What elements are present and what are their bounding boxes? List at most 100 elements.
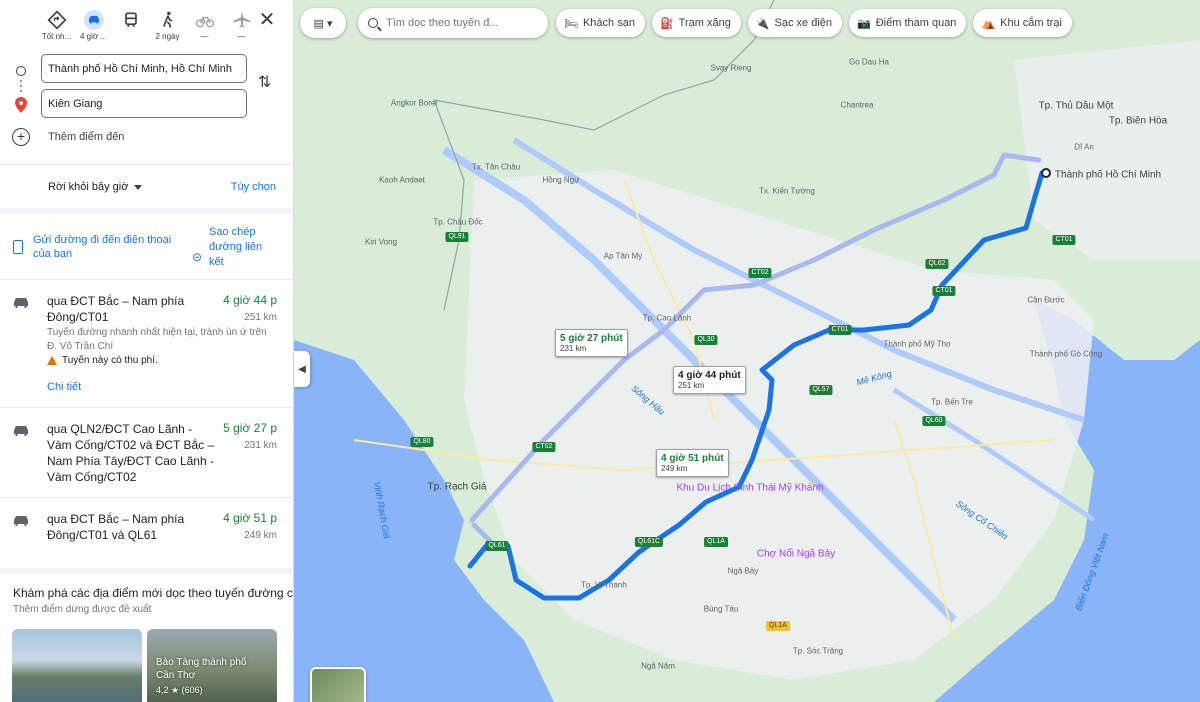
- route-option[interactable]: qua QLN2/ĐCT Cao Lãnh - Vàm Cống/CT02 và…: [0, 408, 293, 498]
- map-label-chantrea[interactable]: Chantrea: [841, 101, 874, 110]
- walk-icon: [162, 11, 172, 28]
- bike-icon: [195, 16, 214, 28]
- map-canvas[interactable]: Thành phố Hồ Chí Minh Tp. Thủ Dầu Một Tp…: [294, 0, 1200, 702]
- origin-input[interactable]: [41, 54, 247, 83]
- chip-attractions[interactable]: 📷 Điểm tham quan: [849, 9, 967, 37]
- options-button[interactable]: Tùy chọn: [231, 181, 276, 193]
- map-label-tan-chau[interactable]: Tx. Tân Châu: [472, 163, 520, 172]
- mode-bike[interactable]: —: [186, 10, 223, 42]
- chip-label: Trạm xăng: [678, 17, 731, 29]
- chip-label: Sạc xe điện: [774, 17, 833, 29]
- mode-walk[interactable]: 2 ngày: [149, 10, 186, 42]
- route-callout[interactable]: 4 giờ 44 phút 251 km: [673, 366, 746, 394]
- chip-label: Khách sạn: [582, 17, 635, 29]
- map-label-kien-tuong[interactable]: Tx. Kiến Tường: [759, 187, 815, 196]
- maps-app: Tốt nh... 4 giờ ... 2 ngày — — ✕ Thành p…: [0, 0, 1200, 702]
- poi-label-nga-bay[interactable]: Chợ Nổi Ngã Bảy: [757, 549, 835, 560]
- map-label-thu-dau-mot[interactable]: Tp. Thủ Dầu Một: [1039, 101, 1114, 112]
- map-label-bung-tau[interactable]: Bùng Tàu: [704, 605, 739, 614]
- car-icon: [14, 298, 28, 308]
- route-via: qua ĐCT Bắc – Nam phía Đông/CT01 và QL61: [47, 512, 185, 542]
- road-shield: QL60: [922, 416, 946, 426]
- map-label-nga-bay[interactable]: Ngã Bảy: [728, 567, 759, 576]
- callout-time: 5 giờ 27 phút: [560, 333, 623, 344]
- route-option[interactable]: qua ĐCT Bắc – Nam phía Đông/CT01 và QL61…: [0, 498, 293, 562]
- map-label-di-an[interactable]: Dĩ An: [1074, 143, 1094, 152]
- mode-flight[interactable]: —: [223, 10, 260, 42]
- map-toolbar: ▤ ▾ 🛏 Khách sạn ⛽ Trạm xăng 🔌 Sạc xe điện 📷…: [300, 8, 1079, 38]
- car-icon: [14, 426, 28, 436]
- share-row: Gửi đường đi đến điện thoại của bạn ⊝ Sa…: [0, 214, 293, 280]
- map-label-ap-tan-my[interactable]: Ap Tân My: [604, 252, 643, 261]
- route-details-link[interactable]: Chi tiết: [47, 381, 81, 393]
- route-description: Tuyến đường nhanh nhất hiện tại, tránh ù…: [47, 327, 267, 352]
- map-label-nga-nam[interactable]: Ngã Năm: [641, 662, 675, 671]
- mode-drive[interactable]: 4 giờ ...: [75, 10, 112, 42]
- map-label-go-dau-ha[interactable]: Go Dau Ha: [849, 58, 889, 67]
- map-label-vi-thanh[interactable]: Tp. Vị Thanh: [581, 581, 627, 590]
- road-shield: QL61: [485, 541, 509, 551]
- search-icon: [368, 18, 378, 28]
- route-callout[interactable]: 4 giờ 51 phút 249 km: [656, 449, 729, 477]
- road-shield: QL91: [445, 232, 469, 242]
- route-callout[interactable]: 5 giờ 27 phút 231 km: [555, 329, 628, 357]
- poi-label-my-khanh[interactable]: Khu Du Lịch Sinh Thái Mỹ Khánh: [676, 483, 823, 494]
- explore-heading: Khám phá các địa điểm mới dọc theo tuyến…: [13, 586, 293, 600]
- send-to-phone-button[interactable]: Gửi đường đi đến điện thoại của bạn: [33, 233, 181, 261]
- place-card[interactable]: Bảo Tàng thành phố Cần Thơ 4,2 ★ (606): [147, 629, 277, 702]
- map-label-ben-tre[interactable]: Tp. Bến Tre: [931, 398, 973, 407]
- road-shield: QL62: [925, 259, 949, 269]
- mode-walk-label: 2 ngày: [155, 32, 180, 41]
- place-card[interactable]: [12, 629, 142, 702]
- camera-icon: 📷: [857, 17, 871, 30]
- search-input[interactable]: [386, 17, 536, 29]
- road-shield: QL30: [694, 335, 718, 345]
- collapse-panel-button[interactable]: ◀: [294, 351, 310, 387]
- map-label-hcm[interactable]: Thành phố Hồ Chí Minh: [1055, 170, 1161, 181]
- mode-best[interactable]: Tốt nh...: [38, 10, 75, 42]
- map-label-bien-hoa[interactable]: Tp. Biên Hòa: [1109, 116, 1167, 127]
- place-title: Bảo Tàng thành phố Cần Thơ: [156, 657, 247, 681]
- road-shield: QL1A: [704, 537, 728, 547]
- map-label-kaoh-andaet[interactable]: Kaoh Andaet: [379, 176, 425, 185]
- callout-distance: 249 km: [661, 464, 688, 473]
- train-icon: [124, 12, 137, 28]
- route-via: qua QLN2/ĐCT Cao Lãnh - Vàm Cống/CT02 và…: [47, 422, 215, 484]
- map-label-soc-trang[interactable]: Tp. Sóc Trăng: [793, 647, 843, 656]
- add-destination-label: Thêm điểm đến: [48, 131, 125, 143]
- close-icon[interactable]: ✕: [257, 10, 277, 30]
- chip-label: Điểm tham quan: [875, 17, 957, 29]
- road-shield: QL57: [809, 385, 833, 395]
- map-label-svay-rieng[interactable]: Svay Rieng: [711, 64, 752, 73]
- map-label-kiri-vong[interactable]: Kiri Vong: [365, 238, 397, 247]
- map-label-cao-lanh[interactable]: Tp. Cao Lãnh: [643, 314, 691, 323]
- chip-ev[interactable]: 🔌 Sạc xe điện: [747, 9, 843, 37]
- map-label-hong-ngu[interactable]: Hồng Ngự: [543, 176, 580, 185]
- chip-hotels[interactable]: 🛏 Khách sạn: [556, 9, 645, 37]
- layer-toggle-button[interactable]: ▤ ▾: [300, 8, 346, 38]
- map-label-my-tho[interactable]: Thành phố Mỹ Tho: [883, 340, 950, 349]
- map-label-chau-doc[interactable]: Tp. Châu Đốc: [433, 218, 482, 227]
- toll-notice: Tuyến này có thu phí.: [47, 355, 158, 366]
- map-label-rach-gia[interactable]: Tp. Rạch Giá: [428, 482, 487, 493]
- destination-input[interactable]: [41, 89, 247, 118]
- mode-drive-label: 4 giờ ...: [79, 32, 108, 41]
- layers-button[interactable]: [310, 667, 366, 702]
- route-duration: 5 giờ 27 p: [223, 421, 277, 435]
- mode-transit[interactable]: [112, 10, 149, 42]
- add-destination-button[interactable]: + Thêm điểm đến: [12, 128, 124, 146]
- route-distance: 251 km: [244, 312, 277, 323]
- road-shield: QL80: [410, 437, 434, 447]
- depart-dropdown[interactable]: Rời khỏi bây giờ: [48, 181, 142, 193]
- chip-gas[interactable]: ⛽ Trạm xăng: [651, 9, 741, 37]
- map-label-angkor-borei[interactable]: Angkor Borei: [391, 99, 437, 108]
- search-along-route[interactable]: [358, 8, 548, 38]
- route-option[interactable]: qua ĐCT Bắc – Nam phía Đông/CT01 4 giờ 4…: [0, 280, 293, 408]
- map-label-can-duoc[interactable]: Cần Đước: [1027, 296, 1064, 305]
- chip-camping[interactable]: ⛺ Khu cắm trại: [973, 9, 1072, 37]
- plus-icon: +: [12, 128, 30, 146]
- map-label-go-cong[interactable]: Thành phố Gò Công: [1030, 350, 1103, 359]
- explore-section: Khám phá các địa điểm mới dọc theo tuyến…: [0, 568, 293, 702]
- copy-link-button[interactable]: Sao chép đường liên kết: [209, 225, 269, 270]
- swap-icon[interactable]: ⇅: [258, 72, 271, 92]
